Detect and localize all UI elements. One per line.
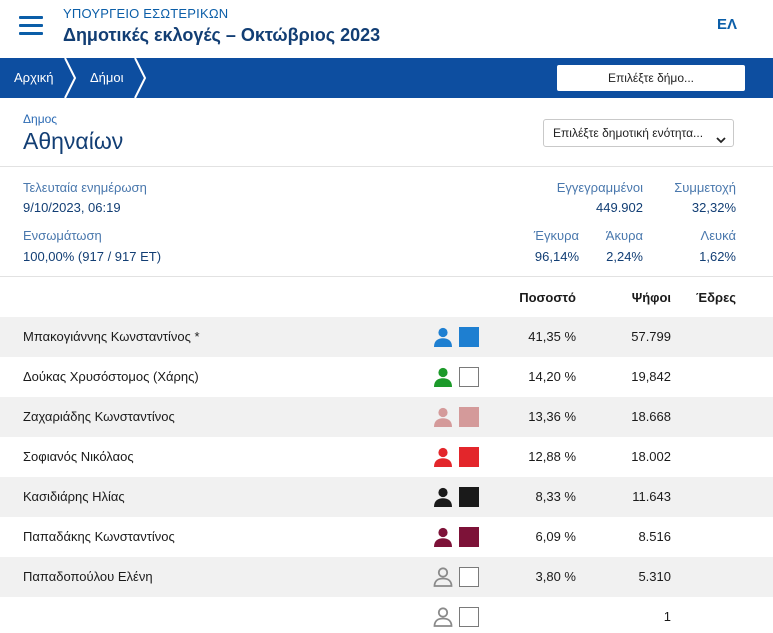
party-color-swatch <box>459 447 479 467</box>
percent-cell: 6,09 % <box>535 529 576 544</box>
candidate-name: Μπακογιάννης Κωνσταντίνος * <box>23 329 200 344</box>
valid-label: Έγκυρα <box>533 228 579 243</box>
votes-cell: 11.643 <box>632 489 671 504</box>
table-row[interactable]: Σοφιανός Νικόλαος 12,88 % 18.002 <box>0 437 773 477</box>
invalid-label: Άκυρα <box>605 228 643 243</box>
municipal-unit-select[interactable]: Επιλέξτε δημοτική ενότητα... <box>543 119 734 147</box>
turnout-label: Συμμετοχή <box>674 180 736 195</box>
blank-value: 1,62% <box>699 249 736 264</box>
candidate-name: Σοφιανός Νικόλαος <box>23 449 134 464</box>
person-icon <box>432 527 454 547</box>
breadcrumb-municipalities[interactable]: Δήμοι <box>90 58 124 98</box>
party-color-swatch <box>459 407 479 427</box>
table-row[interactable]: Δούκας Χρυσόστομος (Χάρης) 14,20 % 19,842 <box>0 357 773 397</box>
integration-value: 100,00% (917 / 917 ΕΤ) <box>23 249 162 264</box>
breadcrumb-home[interactable]: Αρχική <box>14 58 54 98</box>
breadcrumb: Αρχική Δήμοι Επιλέξτε δήμο... <box>0 58 773 98</box>
party-color-swatch <box>459 607 479 627</box>
valid-value: 96,14% <box>534 249 579 264</box>
votes-cell: 18.002 <box>631 449 671 464</box>
chevron-right-icon <box>62 58 78 98</box>
votes-cell: 8.516 <box>638 529 671 544</box>
language-switch[interactable]: ΕΛ <box>717 16 737 33</box>
invalid-value: 2,24% <box>606 249 643 264</box>
table-row[interactable]: Παπαδοπούλου Ελένη 3,80 % 5.310 <box>0 557 773 597</box>
municipality-label: Δημος <box>23 112 58 126</box>
candidate-name: Κασιδιάρης Ηλίας <box>23 489 125 504</box>
divider <box>0 166 773 167</box>
table-row[interactable]: Παπαδάκης Κωνσταντίνος 6,09 % 8.516 <box>0 517 773 557</box>
party-color-swatch <box>459 567 479 587</box>
votes-cell: 5.310 <box>638 569 671 584</box>
person-icon <box>432 567 454 587</box>
person-icon <box>432 447 454 467</box>
party-color-swatch <box>459 327 479 347</box>
ministry-name: ΥΠΟΥΡΓΕΙΟ ΕΣΩΤΕΡΙΚΩΝ <box>63 6 229 21</box>
table-row[interactable]: Ζαχαριάδης Κωνσταντίνος 13,36 % 18.668 <box>0 397 773 437</box>
municipal-unit-select-label: Επιλέξτε δημοτική ενότητα... <box>553 126 704 140</box>
votes-cell: 19,842 <box>631 369 671 384</box>
percent-cell: 13,36 % <box>528 409 576 424</box>
person-icon <box>432 327 454 347</box>
hamburger-icon[interactable] <box>19 16 43 36</box>
candidate-name: Παπαδοπούλου Ελένη <box>23 569 153 584</box>
last-update-label: Τελευταία ενημέρωση <box>23 180 147 195</box>
percent-cell: 14,20 % <box>528 369 576 384</box>
chevron-right-icon <box>132 58 148 98</box>
page-title: Δημοτικές εκλογές – Οκτώβριος 2023 <box>63 25 381 45</box>
table-row[interactable]: Κασιδιάρης Ηλίας 8,33 % 11.643 <box>0 477 773 517</box>
app-header: ΥΠΟΥΡΓΕΙΟ ΕΣΩΤΕΡΙΚΩΝ Δημοτικές εκλογές –… <box>0 0 773 58</box>
registered-label: Εγγεγραμμένοι <box>556 180 643 195</box>
chevron-down-icon <box>716 128 726 144</box>
column-header-seats: Έδρες <box>696 290 736 305</box>
person-icon <box>432 367 454 387</box>
turnout-value: 32,32% <box>691 200 736 215</box>
last-update-value: 9/10/2023, 06:19 <box>23 200 121 215</box>
blank-label: Λευκά <box>700 228 736 243</box>
candidate-name: Παπαδάκης Κωνσταντίνος <box>23 529 175 544</box>
person-icon <box>432 487 454 507</box>
percent-cell: 3,80 % <box>535 569 576 584</box>
candidate-name: Ζαχαριάδης Κωνσταντίνος <box>23 409 175 424</box>
party-color-swatch <box>459 527 479 547</box>
table-row[interactable]: 1 <box>0 597 773 633</box>
table-row[interactable]: Μπακογιάννης Κωνσταντίνος * 41,35 % 57.799 <box>0 317 773 357</box>
candidate-name: Δούκας Χρυσόστομος (Χάρης) <box>23 369 199 384</box>
column-header-percent: Ποσοστό <box>519 290 576 305</box>
votes-cell: 57.799 <box>631 329 671 344</box>
municipality-select[interactable]: Επιλέξτε δήμο... <box>557 65 745 91</box>
municipality-name: Αθηναίων <box>23 128 124 154</box>
percent-cell: 8,33 % <box>535 489 576 504</box>
registered-value: 449.902 <box>596 200 643 215</box>
person-icon <box>432 607 454 627</box>
votes-cell: 1 <box>663 609 671 624</box>
integration-label: Ενσωμάτωση <box>23 228 102 243</box>
person-icon <box>432 407 454 427</box>
percent-cell: 41,35 % <box>528 329 576 344</box>
party-color-swatch <box>459 487 479 507</box>
column-header-votes: Ψήφοι <box>631 290 671 305</box>
divider <box>0 276 773 277</box>
party-color-swatch <box>459 367 479 387</box>
votes-cell: 18.668 <box>631 409 671 424</box>
percent-cell: 12,88 % <box>528 449 576 464</box>
